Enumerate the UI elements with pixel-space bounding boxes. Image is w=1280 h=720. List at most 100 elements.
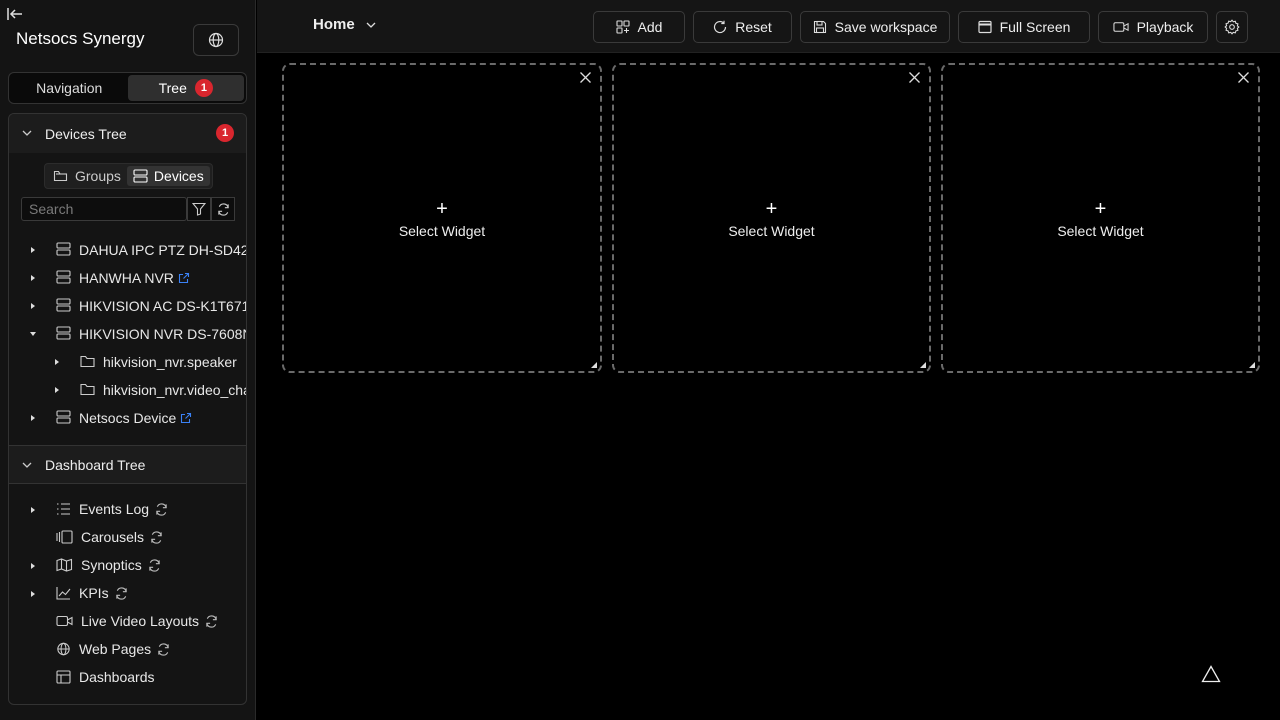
full-screen-button[interactable]: Full Screen: [958, 11, 1090, 43]
save-icon: [813, 20, 827, 34]
caret-right-icon: [31, 591, 35, 597]
gear-icon: [1224, 19, 1240, 35]
server-icon: [133, 169, 148, 183]
chevron-down-icon: [365, 19, 377, 31]
caret-right-icon: [31, 303, 35, 309]
chevron-down-icon: [21, 127, 33, 139]
refresh-icon[interactable]: [157, 642, 170, 656]
caret-right-icon: [31, 247, 35, 253]
devices-tree-title: Devices Tree: [45, 125, 127, 142]
widget-slot: + Select Widget: [282, 63, 602, 373]
dashboard-tree-header[interactable]: Dashboard Tree: [9, 445, 246, 484]
tree-panel: Devices Tree 1 Groups Devices DAHUA IPC …: [8, 113, 247, 705]
caret-right-icon: [31, 275, 35, 281]
select-widget-button[interactable]: + Select Widget: [943, 199, 1258, 239]
tab-tree-label: Tree: [158, 80, 187, 96]
tree-item-label: hikvision_nvr.video_cha: [103, 382, 247, 398]
add-button-label: Add: [637, 19, 663, 35]
top-toolbar: Home Add Reset Save workspace Full Scree…: [257, 0, 1280, 53]
select-widget-label: Select Widget: [1057, 223, 1144, 239]
playback-button[interactable]: Playback: [1098, 11, 1208, 43]
tab-navigation[interactable]: Navigation: [11, 75, 128, 101]
caret-right-icon: [55, 387, 59, 393]
tree-item-label: Synoptics: [81, 557, 142, 573]
search-input[interactable]: [21, 197, 187, 221]
save-workspace-label: Save workspace: [834, 19, 938, 35]
toggle-devices-label: Devices: [153, 168, 204, 184]
map-icon: [56, 558, 73, 572]
select-widget-label: Select Widget: [728, 223, 815, 239]
tree-item-label: HANWHA NVR: [79, 270, 174, 286]
globe-icon: [208, 32, 224, 48]
select-widget-button[interactable]: + Select Widget: [284, 199, 600, 239]
tree-item-label: HIKVISION NVR DS-7608NX: [79, 326, 247, 342]
warning-triangle-icon[interactable]: [1201, 665, 1221, 683]
resize-handle-icon[interactable]: [591, 362, 597, 368]
language-button[interactable]: [193, 24, 239, 56]
list-icon: [56, 502, 71, 516]
groups-devices-switch: Groups Devices: [44, 163, 213, 189]
video-icon: [1113, 20, 1129, 34]
tree-item-label: Carousels: [81, 529, 145, 545]
plus-icon: +: [1094, 198, 1107, 220]
window-icon: [977, 20, 992, 34]
external-link-icon[interactable]: [178, 272, 190, 284]
toggle-groups-label: Groups: [75, 168, 121, 184]
video-icon: [56, 614, 73, 628]
tree-item-label: Live Video Layouts: [81, 613, 200, 629]
full-screen-label: Full Screen: [999, 19, 1071, 35]
grid-add-icon: [615, 20, 630, 34]
dashboard-selector[interactable]: Home: [313, 16, 377, 33]
select-widget-label: Select Widget: [398, 223, 486, 239]
sidebar-mode-switch: Navigation Tree 1: [8, 72, 247, 104]
devices-tree-header[interactable]: Devices Tree 1: [9, 114, 246, 153]
dashboard-tree-title: Dashboard Tree: [45, 456, 146, 473]
save-workspace-button[interactable]: Save workspace: [800, 11, 950, 43]
tab-tree[interactable]: Tree 1: [127, 75, 244, 101]
close-icon[interactable]: [579, 71, 592, 84]
sidebar: Netsocs Synergy Navigation Tree 1 Devices…: [0, 0, 256, 720]
widget-slot: + Select Widget: [612, 63, 931, 373]
caret-right-icon: [31, 563, 35, 569]
tree-item-label: Netsocs Device: [79, 410, 177, 426]
tree-item-label: DAHUA IPC PTZ DH-SD422: [79, 242, 247, 258]
refresh-icon[interactable]: [150, 530, 163, 544]
tree-item-label: HIKVISION AC DS-K1T671M: [79, 298, 247, 314]
playback-label: Playback: [1136, 19, 1194, 35]
tree-item-label: Events Log: [79, 501, 150, 517]
server-icon: [56, 242, 71, 256]
refresh-icon[interactable]: [148, 558, 161, 572]
close-icon[interactable]: [1237, 71, 1250, 84]
close-icon[interactable]: [908, 71, 921, 84]
chart-line-icon: [56, 586, 71, 600]
refresh-icon[interactable]: [155, 502, 168, 516]
globe-icon: [56, 642, 71, 656]
caret-right-icon: [55, 359, 59, 365]
server-icon: [56, 326, 71, 340]
widget-slot: + Select Widget: [941, 63, 1260, 373]
toggle-groups[interactable]: Groups: [47, 166, 127, 186]
refresh-devices-button[interactable]: [211, 197, 235, 221]
refresh-icon[interactable]: [205, 614, 218, 628]
caret-right-icon: [31, 415, 35, 421]
reset-button[interactable]: Reset: [693, 11, 792, 43]
server-icon: [56, 298, 71, 312]
devices-tree-badge: 1: [216, 124, 234, 142]
select-widget-button[interactable]: + Select Widget: [614, 199, 929, 239]
chevron-down-icon: [21, 459, 33, 471]
tree-item-label: Dashboards: [79, 669, 155, 685]
toggle-devices[interactable]: Devices: [126, 166, 210, 186]
external-link-icon[interactable]: [180, 412, 192, 424]
resize-handle-icon[interactable]: [1249, 362, 1255, 368]
resize-handle-icon[interactable]: [920, 362, 926, 368]
add-button[interactable]: Add: [593, 11, 685, 43]
carousel-icon: [56, 530, 73, 544]
back-arrow-icon[interactable]: [6, 5, 24, 23]
settings-button[interactable]: [1216, 11, 1248, 43]
refresh-icon[interactable]: [115, 586, 128, 600]
refresh-icon: [217, 202, 230, 216]
filter-button[interactable]: [187, 197, 211, 221]
folder-icon: [53, 169, 69, 183]
folder-icon: [80, 354, 95, 368]
dashboard-icon: [56, 670, 71, 684]
